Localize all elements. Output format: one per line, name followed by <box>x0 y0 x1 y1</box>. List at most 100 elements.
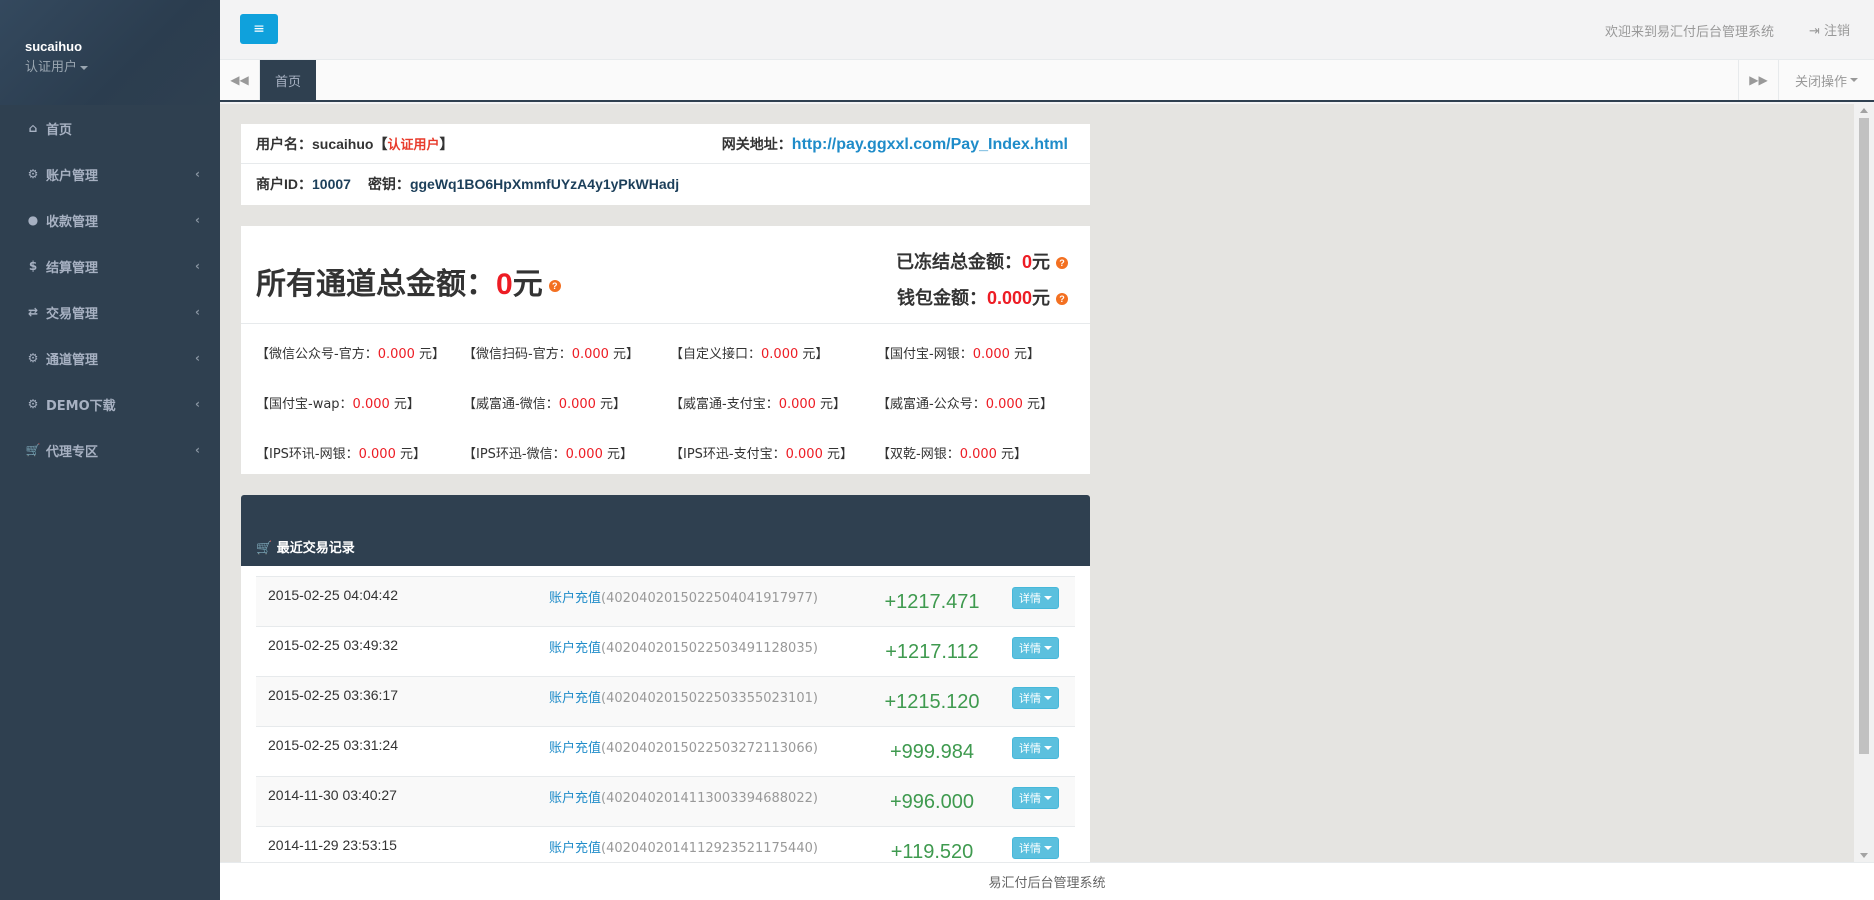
detail-dropdown-button[interactable]: 详情 <box>1012 687 1059 709</box>
recent-transactions-title: 🛒 最近交易记录 <box>256 537 355 556</box>
transaction-type-link[interactable]: 账户充值 <box>549 791 601 806</box>
table-row: 2015-02-25 04:04:42 账户充值(4020402015022504… <box>256 576 1075 626</box>
sidebar: sucaihuo 认证用户 ⌂ 首页 ⚙ 账户管理 ‹ ● 收款管理 ‹ $ 结算管理 ‹ ⇄ 交易管理… <box>0 0 220 900</box>
main-content: 用户名：sucaihuo【认证用户】 网关地址：http://pay.ggxxl… <box>220 104 1854 862</box>
transaction-description: 账户充值(4020402015022503491128035) <box>549 637 818 656</box>
merchant-id-label: 商户ID： <box>256 176 312 192</box>
tab-scroll-right-button[interactable]: ▶▶ <box>1738 60 1778 100</box>
detail-dropdown-button[interactable]: 详情 <box>1012 587 1059 609</box>
username-label: 用户名： <box>256 135 312 152</box>
detail-button-label: 详情 <box>1019 842 1041 855</box>
channel-unit: 元】 <box>815 397 847 412</box>
key-value: ggeWq1BO6HpXmmfUYzA4y1yPkWHadj <box>409 176 680 192</box>
channel-balance-item: 【威富通-支付宝：0.000 元】 <box>670 394 877 416</box>
tab-home[interactable]: 首页 <box>260 60 316 100</box>
balance-panel: 所有通道总金额：0元? 已冻结总金额：0元? 钱包金额：0.000元? 【微信公… <box>241 226 1090 474</box>
channel-unit: 元】 <box>1022 397 1054 412</box>
channel-name: 【微信扫码-官方： <box>463 347 572 362</box>
close-operations-dropdown[interactable]: 关闭操作 <box>1778 60 1874 100</box>
sidebar-item-label: 结算管理 <box>46 260 99 276</box>
chevron-left-icon: ‹ <box>195 167 200 181</box>
transaction-type-link[interactable]: 账户充值 <box>549 641 601 656</box>
gear-icon: ⚙ <box>27 397 39 411</box>
table-row: 2015-02-25 03:31:24 账户充值(4020402015022503… <box>256 726 1075 776</box>
channel-balance-item: 【微信公众号-官方：0.000 元】 <box>256 344 463 366</box>
username-group: 用户名：sucaihuo【认证用户】 <box>256 134 453 154</box>
sidebar-item-5[interactable]: ⚙ 通道管理 ‹ <box>0 335 220 381</box>
recent-transactions-panel: 🛒 最近交易记录 2015-02-25 04:04:42 账户充值(4020402… <box>241 495 1090 862</box>
bracket-close: 】 <box>439 135 454 152</box>
backward-icon: ◀◀ <box>230 73 249 87</box>
channel-name: 【自定义接口： <box>670 347 762 362</box>
detail-button-label: 详情 <box>1019 592 1041 605</box>
transaction-amount: +1217.471 <box>884 591 980 613</box>
wallet-amount-label: 钱包金额： <box>896 288 987 308</box>
channel-balances: 【微信公众号-官方：0.000 元】 【微信扫码-官方：0.000 元】 【自定义接… <box>241 324 1090 466</box>
detail-dropdown-button[interactable]: 详情 <box>1012 637 1059 659</box>
transaction-id: (4020402015022503355023101) <box>601 691 818 706</box>
detail-dropdown-button[interactable]: 详情 <box>1012 787 1059 809</box>
profile-role-label: 认证用户 <box>25 60 78 75</box>
transaction-amount: +1215.120 <box>884 691 980 713</box>
channel-name: 【IPS环讯-网银： <box>256 447 359 462</box>
channel-name: 【微信公众号-官方： <box>256 347 378 362</box>
sidebar-item-0[interactable]: ⌂ 首页 <box>0 105 220 151</box>
table-row: 2015-02-25 03:36:17 账户充值(4020402015022503… <box>256 676 1075 726</box>
sidebar-item-6[interactable]: ⚙ DEMO下载 ‹ <box>0 381 220 427</box>
channel-balance-item: 【国付宝-wap：0.000 元】 <box>256 394 463 416</box>
detail-button-label: 详情 <box>1019 642 1041 655</box>
transaction-type-link[interactable]: 账户充值 <box>549 591 601 606</box>
detail-dropdown-button[interactable]: 详情 <box>1012 837 1059 859</box>
user-icon: ● <box>27 213 39 227</box>
menu-toggle-button[interactable]: ≡ <box>240 14 278 44</box>
merchant-id-value: 10007 <box>312 176 351 192</box>
sidebar-item-4[interactable]: ⇄ 交易管理 ‹ <box>0 289 220 335</box>
detail-dropdown-button[interactable]: 详情 <box>1012 737 1059 759</box>
sidebar-item-1[interactable]: ⚙ 账户管理 ‹ <box>0 151 220 197</box>
recent-transactions-header: 🛒 最近交易记录 <box>241 495 1090 566</box>
transaction-description: 账户充值(4020402014113003394688022) <box>549 787 818 806</box>
frozen-amount-label: 已冻结总金额： <box>895 252 1022 272</box>
transaction-date: 2015-02-25 03:31:24 <box>268 737 398 753</box>
transaction-type-link[interactable]: 账户充值 <box>549 691 601 706</box>
wallet-amount-unit: 元 <box>1032 288 1050 308</box>
scroll-down-icon[interactable] <box>1860 853 1868 858</box>
logout-link[interactable]: ⇥ 注销 <box>1809 20 1850 39</box>
channel-name: 【威富通-微信： <box>463 397 559 412</box>
transaction-type-link[interactable]: 账户充值 <box>549 841 601 856</box>
table-row: 2014-11-29 23:53:15 账户充值(4020402014112923… <box>256 826 1075 862</box>
sidebar-item-7[interactable]: 🛒 代理专区 ‹ <box>0 427 220 473</box>
sidebar-item-3[interactable]: $ 结算管理 ‹ <box>0 243 220 289</box>
transaction-id: (4020402015022503272113066) <box>601 741 818 756</box>
sidebar-item-label: DEMO下载 <box>46 398 116 414</box>
channel-balance-item: 【IPS环迅-支付宝：0.000 元】 <box>670 444 877 466</box>
content-scrollbar[interactable] <box>1854 104 1874 862</box>
tab-scroll-left-button[interactable]: ◀◀ <box>220 60 260 100</box>
gateway-label: 网关地址： <box>721 135 792 152</box>
transaction-description: 账户充值(4020402015022503355023101) <box>549 687 818 706</box>
help-icon[interactable]: ? <box>1056 257 1068 270</box>
cert-badge: 认证用户 <box>387 137 440 153</box>
sidebar-item-label: 账户管理 <box>46 168 99 184</box>
wallet-amount: 钱包金额：0.000元? <box>897 284 1068 310</box>
profile-role-dropdown[interactable]: 认证用户 <box>25 56 220 75</box>
scroll-thumb[interactable] <box>1859 118 1869 754</box>
transaction-amount: +1217.112 <box>885 641 979 663</box>
channel-amount: 0.000 <box>761 347 799 362</box>
account-info-panel: 用户名：sucaihuo【认证用户】 网关地址：http://pay.ggxxl… <box>241 124 1090 205</box>
channel-unit: 元】 <box>595 397 627 412</box>
channel-name: 【威富通-公众号： <box>877 397 986 412</box>
footer-text: 易汇付后台管理系统 <box>988 876 1106 891</box>
gateway-url-link[interactable]: http://pay.ggxxl.com/Pay_Index.html <box>792 136 1068 153</box>
scroll-up-icon[interactable] <box>1860 108 1868 113</box>
channel-amount: 0.000 <box>377 347 415 362</box>
profile-header: sucaihuo 认证用户 <box>0 0 220 105</box>
help-icon[interactable]: ? <box>548 280 561 293</box>
sidebar-item-2[interactable]: ● 收款管理 ‹ <box>0 197 220 243</box>
channel-balance-item: 【微信扫码-官方：0.000 元】 <box>463 344 670 366</box>
caret-down-icon <box>1044 846 1052 850</box>
sidebar-item-label: 首页 <box>46 122 73 138</box>
balance-summary: 所有通道总金额：0元? 已冻结总金额：0元? 钱包金额：0.000元? <box>241 226 1090 324</box>
transaction-type-link[interactable]: 账户充值 <box>549 741 601 756</box>
help-icon[interactable]: ? <box>1056 293 1068 306</box>
